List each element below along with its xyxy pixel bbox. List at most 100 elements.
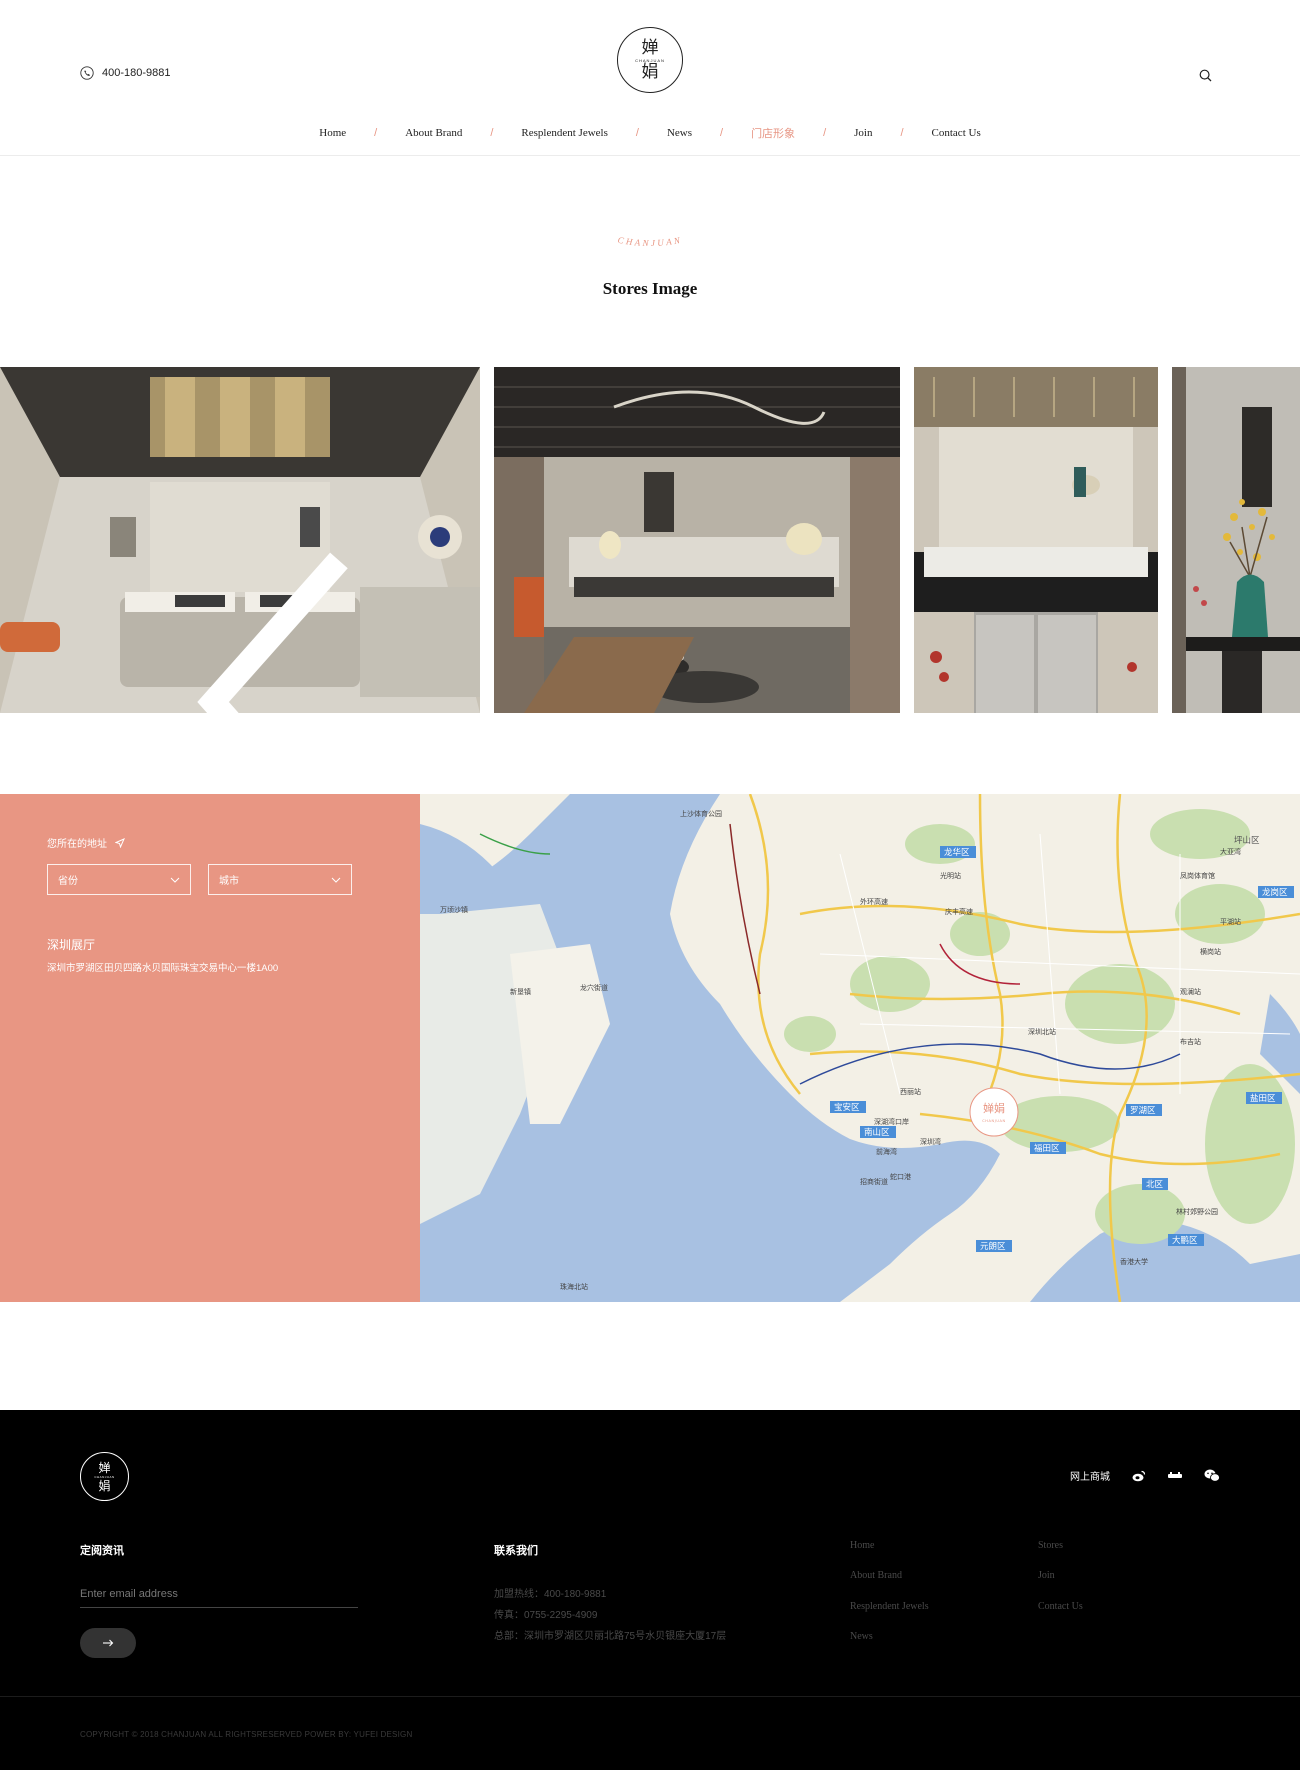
subscribe-heading: 定阅资讯	[80, 1545, 124, 1557]
location-label: 您所在的地址	[47, 835, 125, 850]
store-photo-2[interactable]	[494, 367, 900, 713]
online-store-link[interactable]: 网上商城	[1070, 1468, 1110, 1483]
city-select[interactable]: 城市	[208, 864, 352, 895]
map-place: 深湖湾口岸	[874, 1117, 909, 1126]
store-photo-1[interactable]	[0, 367, 480, 713]
svg-text:大鹏区: 大鹏区	[1172, 1235, 1198, 1246]
map-marker-wordmark: CHANJUAN	[982, 1119, 1006, 1123]
map-district-nanshan: 南山区	[860, 1126, 896, 1138]
map-place: 庆丰高速	[945, 907, 973, 916]
footer-link-home[interactable]: Home	[850, 1540, 874, 1551]
map-place: 深圳湾	[920, 1137, 941, 1146]
search-icon[interactable]	[1199, 69, 1212, 82]
map-place: 新垦镇	[510, 987, 531, 996]
nav-item-contact-us[interactable]: Contact Us	[932, 127, 981, 139]
phone-number: 400-180-9881	[102, 67, 171, 79]
phone-contact[interactable]: 400-180-9881	[80, 66, 171, 80]
nav-separator: /	[635, 127, 639, 139]
map-district-longhua: 龙华区	[940, 846, 976, 858]
site-footer: 婵 CHANJUAN 娟 网上商城 定阅资讯 联系我们 加盟热线：400-180…	[0, 1410, 1300, 1770]
nav-item-news[interactable]: News	[667, 127, 692, 139]
nav-separator: /	[823, 127, 827, 139]
nav-separator: /	[490, 127, 494, 139]
store-name[interactable]: 深圳展厅	[47, 936, 95, 953]
map-place: 招商街道	[860, 1177, 888, 1186]
map-place: 大亚湾	[1220, 847, 1241, 856]
contact-hq-address: 总部：深圳市罗湖区贝丽北路75号水贝银座大厦17层	[494, 1631, 727, 1642]
chevron-left-icon[interactable]	[36, 529, 480, 713]
map-place: 光明站	[940, 871, 961, 880]
map-place: 观澜站	[1180, 987, 1201, 996]
svg-text:元朗区: 元朗区	[980, 1241, 1006, 1252]
brand-arc-label: CHANJUAN	[617, 235, 681, 248]
map-place: 蛇口港	[890, 1172, 911, 1181]
contact-fax: 传真：0755-2295-4909	[494, 1610, 598, 1621]
footer-divider	[0, 1696, 1300, 1697]
map-place: 香港大学	[1120, 1257, 1148, 1266]
footer-link-about-brand[interactable]: About Brand	[850, 1570, 902, 1581]
map-district-luohu: 罗湖区	[1126, 1104, 1162, 1116]
store-gallery	[0, 367, 1300, 713]
map-place: 西丽站	[900, 1087, 921, 1096]
footer-social: 网上商城	[1070, 1468, 1220, 1483]
province-select[interactable]: 省份	[47, 864, 191, 895]
svg-text:盐田区: 盐田区	[1250, 1093, 1276, 1104]
map-place: 林村郊野公园	[1176, 1207, 1218, 1216]
map-district-north: 北区	[1142, 1178, 1168, 1190]
store-map[interactable]: 龙华区 龙岗区 宝安区 南山区 福田区 罗湖区 盐田区 坪山区 大鹏区 北区 元…	[420, 794, 1300, 1302]
svg-text:CHANJUAN: CHANJUAN	[617, 235, 683, 248]
map-store-marker[interactable]: 婵娟 CHANJUAN	[969, 1087, 1019, 1137]
footer-link-join[interactable]: Join	[1038, 1570, 1055, 1581]
location-label-text: 您所在的地址	[47, 839, 107, 850]
map-place: 上沙体育公园	[680, 809, 722, 818]
copyright-text: COPYRIGHT © 2018 CHANJUAN ALL RIGHTSRESE…	[80, 1730, 413, 1739]
email-field[interactable]	[80, 1580, 358, 1608]
chevron-down-icon	[170, 877, 180, 883]
nav-item-join[interactable]: Join	[854, 127, 872, 139]
contact-hotline: 加盟热线：400-180-9881	[494, 1589, 607, 1600]
nav-item-stores[interactable]: 门店形象	[751, 125, 795, 141]
tmall-icon[interactable]	[1168, 1471, 1182, 1480]
map-district-pingshan: 坪山区	[1234, 835, 1260, 846]
store-photo-3[interactable]	[914, 367, 1158, 713]
footer-link-resplendent-jewels[interactable]: Resplendent Jewels	[850, 1601, 929, 1612]
site-header: 400-180-9881 婵 CHANJUAN 娟 Home / About B…	[0, 0, 1300, 156]
footer-link-stores[interactable]: Stores	[1038, 1540, 1063, 1551]
subscribe-submit-button[interactable]	[80, 1628, 136, 1658]
contact-heading: 联系我们	[494, 1545, 538, 1557]
city-select-value: 城市	[219, 876, 239, 887]
footer-link-contact-us[interactable]: Contact Us	[1038, 1601, 1083, 1612]
map-place: 横岗站	[1200, 947, 1221, 956]
footer-logo-char-bottom: 娟	[98, 1478, 111, 1493]
nav-item-about-brand[interactable]: About Brand	[405, 127, 462, 139]
location-arrow-icon[interactable]	[115, 837, 125, 848]
map-place: 凤岗体育馆	[1180, 871, 1215, 880]
chevron-down-icon	[331, 877, 341, 883]
nav-separator: /	[720, 127, 724, 139]
nav-item-home[interactable]: Home	[319, 127, 346, 139]
map-district-futian: 福田区	[1030, 1142, 1066, 1154]
brand-arc-text: CHANJUAN	[617, 235, 683, 248]
map-district-yuenlong: 元朗区	[976, 1240, 1012, 1252]
weibo-icon[interactable]	[1132, 1470, 1146, 1482]
map-district-dapeng: 大鹏区	[1168, 1234, 1204, 1246]
footer-logo[interactable]: 婵 CHANJUAN 娟	[80, 1452, 129, 1501]
map-district-baoan: 宝安区	[830, 1101, 866, 1113]
brand-logo[interactable]: 婵 CHANJUAN 娟	[617, 27, 683, 93]
map-place: 万顷沙镇	[440, 905, 468, 914]
arrow-right-icon	[103, 1639, 114, 1647]
footer-logo-char-top: 婵	[98, 1460, 111, 1475]
map-place: 珠海北站	[560, 1282, 588, 1291]
store-locator-panel: 您所在的地址 省份 城市 深圳展厅 深圳市罗湖区田贝四路水贝国际珠宝交易中心一楼…	[0, 794, 420, 1302]
store-photo-4[interactable]	[1172, 367, 1300, 713]
map-place: 布吉站	[1180, 1037, 1201, 1046]
svg-text:坪山区: 坪山区	[1234, 835, 1260, 846]
logo-char-bottom: 娟	[641, 61, 659, 82]
footer-link-news[interactable]: News	[850, 1631, 873, 1642]
wechat-icon[interactable]	[1204, 1469, 1220, 1482]
province-select-value: 省份	[58, 876, 78, 887]
map-place: 深圳北站	[1028, 1027, 1056, 1036]
svg-text:北区: 北区	[1146, 1180, 1164, 1190]
nav-item-resplendent-jewels[interactable]: Resplendent Jewels	[521, 127, 607, 139]
svg-text:南山区: 南山区	[864, 1127, 890, 1138]
